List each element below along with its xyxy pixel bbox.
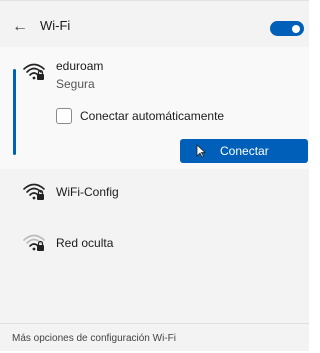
connect-button-label: Conectar bbox=[220, 144, 269, 158]
network-name: eduroam bbox=[56, 59, 104, 73]
wifi-secured-weak-icon bbox=[23, 234, 45, 251]
wifi-toggle[interactable] bbox=[270, 21, 304, 36]
network-item-selected[interactable]: eduroam Segura Conectar automáticamente … bbox=[0, 47, 309, 169]
selection-indicator bbox=[13, 69, 16, 155]
wifi-flyout: ← Wi-Fi eduroam Segura Conectar automáti… bbox=[0, 0, 309, 351]
more-wifi-settings-link[interactable]: Más opciones de configuración Wi-Fi bbox=[12, 333, 176, 344]
mouse-cursor-icon bbox=[196, 144, 206, 158]
page-title: Wi-Fi bbox=[40, 18, 71, 33]
wifi-secured-icon bbox=[23, 183, 45, 200]
network-status: Segura bbox=[56, 77, 95, 91]
toggle-knob bbox=[292, 24, 300, 33]
network-item[interactable]: Red oculta bbox=[0, 224, 309, 264]
network-name: WiFi-Config bbox=[56, 185, 119, 199]
wifi-secured-icon bbox=[23, 63, 45, 80]
network-name: Red oculta bbox=[56, 236, 114, 250]
connect-button[interactable]: Conectar bbox=[180, 139, 308, 163]
auto-connect-checkbox[interactable] bbox=[56, 108, 72, 124]
footer: Más opciones de configuración Wi-Fi bbox=[0, 323, 309, 353]
wifi-header: ← Wi-Fi bbox=[0, 11, 309, 43]
back-arrow-icon[interactable]: ← bbox=[10, 17, 30, 37]
network-item[interactable]: WiFi-Config bbox=[0, 173, 309, 213]
auto-connect-label: Conectar automáticamente bbox=[80, 109, 225, 123]
